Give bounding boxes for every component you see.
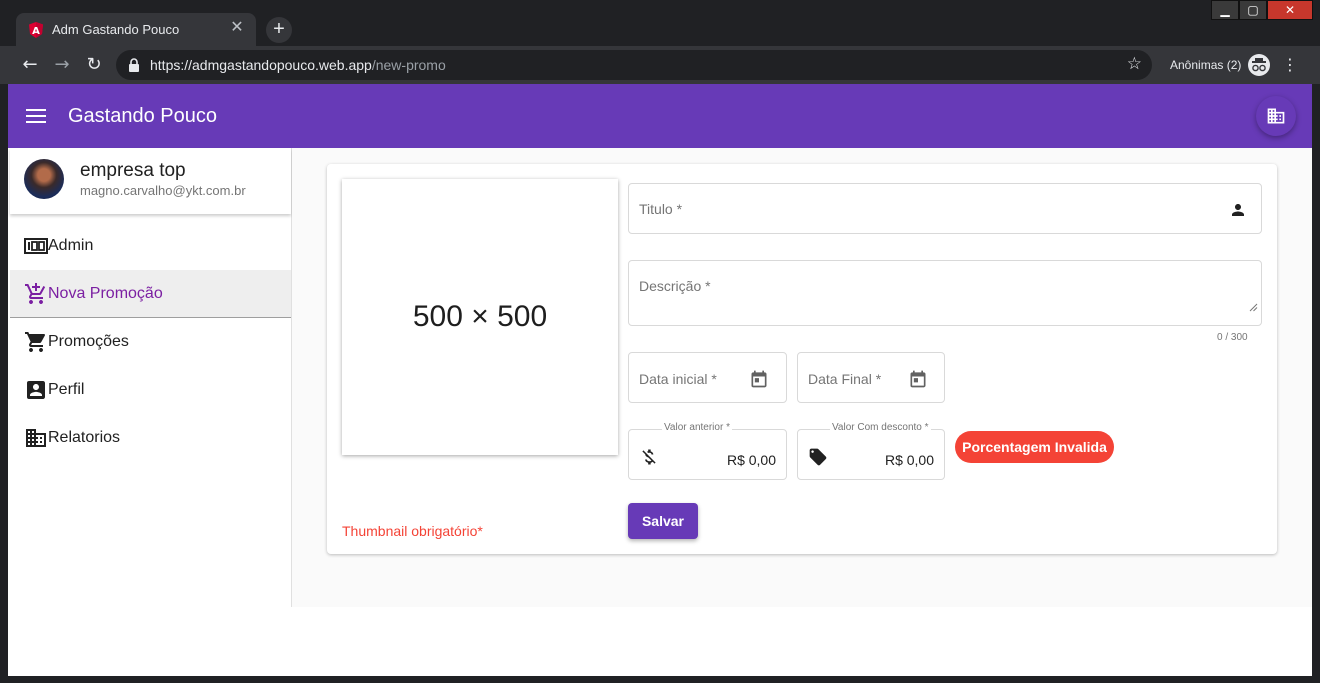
profile-name: empresa top: [80, 160, 186, 181]
browser-tab[interactable]: A Adm Gastando Pouco ✕: [16, 13, 256, 46]
browser-toolbar: ← → ↻ https://admgastandopouco.web.app/n…: [0, 46, 1320, 84]
url-text: https://admgastandopouco.web.app/new-pro…: [150, 57, 446, 73]
add-shopping-cart-icon: [25, 283, 46, 304]
data-final-label: Data Final *: [808, 371, 882, 387]
money-off-icon: [642, 449, 656, 465]
sidebar-item-label: Promoções: [48, 333, 129, 350]
tab-title: Adm Gastando Pouco: [52, 22, 180, 37]
sidebar-item-label: Perfil: [48, 381, 85, 398]
tab-close-icon[interactable]: ✕: [228, 19, 246, 37]
shopping-cart-icon: [25, 332, 46, 352]
url-host: https://admgastandopouco.web.app: [150, 57, 372, 73]
hamburger-menu-icon[interactable]: [26, 106, 46, 126]
person-icon: [1232, 204, 1244, 216]
thumbnail-placeholder: 500 × 500: [412, 300, 548, 333]
valor-anterior-field[interactable]: Valor anterior * R$ 0,00: [628, 422, 787, 480]
back-arrow-icon[interactable]: ←: [18, 53, 42, 77]
valor-anterior-label: Valor anterior *: [662, 422, 732, 433]
sidenav: empresa top magno.carvalho@ykt.com.br Ad…: [8, 148, 292, 607]
sidebar-item-label: Nova Promoção: [48, 285, 163, 302]
incognito-icon[interactable]: [1248, 54, 1270, 76]
valor-anterior-value: R$ 0,00: [726, 452, 776, 468]
data-final-field[interactable]: Data Final *: [797, 352, 945, 403]
descricao-label: Descrição *: [639, 278, 711, 294]
thumbnail-error: Thumbnail obrigatório*: [342, 523, 483, 539]
titulo-label: Titulo *: [639, 201, 683, 217]
window-close-button[interactable]: ✕: [1267, 0, 1313, 20]
account-box-icon: [27, 381, 45, 399]
business-button[interactable]: [1256, 96, 1296, 136]
sidebar-item-label: Admin: [48, 237, 94, 254]
valor-desconto-label: Valor Com desconto *: [830, 422, 931, 433]
browser-window: A Adm Gastando Pouco ✕ + ▁ ▢ ✕ ← → ↻ htt…: [0, 0, 1320, 683]
svg-text:A: A: [32, 26, 40, 37]
valor-desconto-value: R$ 0,00: [884, 452, 934, 468]
resize-handle-icon[interactable]: [1249, 303, 1258, 312]
titulo-field[interactable]: Titulo *: [628, 183, 1262, 234]
url-path: /new-promo: [371, 57, 446, 73]
main-content: 500 × 500 Thumbnail obrigatório* Titulo …: [292, 148, 1312, 607]
profile-card: empresa top magno.carvalho@ykt.com.br: [10, 148, 291, 214]
sidebar-item-promocoes[interactable]: Promoções: [10, 318, 291, 366]
data-inicial-field[interactable]: Data inicial *: [628, 352, 787, 403]
thumbnail-upload[interactable]: 500 × 500: [342, 179, 618, 455]
calendar-icon[interactable]: [908, 369, 928, 389]
sidebar-item-relatorios[interactable]: Relatorios: [10, 414, 291, 462]
app-title: Gastando Pouco: [68, 105, 217, 127]
admin-100-icon: [24, 238, 48, 254]
calendar-icon[interactable]: [749, 369, 769, 389]
valor-desconto-field[interactable]: Valor Com desconto * R$ 0,00: [797, 422, 945, 480]
save-button[interactable]: Salvar: [628, 503, 698, 539]
new-tab-button[interactable]: +: [266, 17, 292, 43]
window-maximize-button[interactable]: ▢: [1239, 0, 1267, 20]
descricao-counter: 0 / 300: [1217, 332, 1248, 343]
price-tag-icon: [809, 448, 827, 466]
kebab-menu-icon[interactable]: ⋮: [1282, 54, 1298, 76]
angular-favicon-icon: A: [29, 22, 43, 38]
incognito-label[interactable]: Anônimas (2): [1170, 58, 1241, 72]
lock-icon: [129, 58, 139, 72]
descricao-field[interactable]: Descrição *: [628, 260, 1262, 326]
reload-icon[interactable]: ↻: [82, 53, 106, 77]
sidebar-item-perfil[interactable]: Perfil: [10, 366, 291, 414]
avatar: [24, 159, 64, 199]
app-toolbar: Gastando Pouco: [8, 84, 1312, 148]
sidebar-item-label: Relatorios: [48, 429, 121, 446]
sidebar-item-admin[interactable]: Admin: [10, 222, 291, 270]
new-promo-card: 500 × 500 Thumbnail obrigatório* Titulo …: [327, 164, 1277, 554]
address-bar[interactable]: https://admgastandopouco.web.app/new-pro…: [116, 50, 1152, 80]
forward-arrow-icon[interactable]: →: [50, 53, 74, 77]
profile-email: magno.carvalho@ykt.com.br: [80, 183, 246, 198]
tab-strip: A Adm Gastando Pouco ✕ + ▁ ▢ ✕: [0, 0, 1320, 46]
bookmark-star-icon[interactable]: ☆: [1127, 54, 1142, 74]
business-icon: [1267, 108, 1285, 124]
percentage-invalid-chip: Porcentagem Invalida: [955, 431, 1114, 463]
business-icon: [26, 429, 46, 447]
window-minimize-button[interactable]: ▁: [1211, 0, 1239, 20]
app-root: Gastando Pouco empresa top magno.carvalh…: [8, 84, 1312, 676]
data-inicial-label: Data inicial *: [639, 371, 717, 387]
sidebar-item-nova-promocao[interactable]: Nova Promoção: [10, 270, 291, 318]
